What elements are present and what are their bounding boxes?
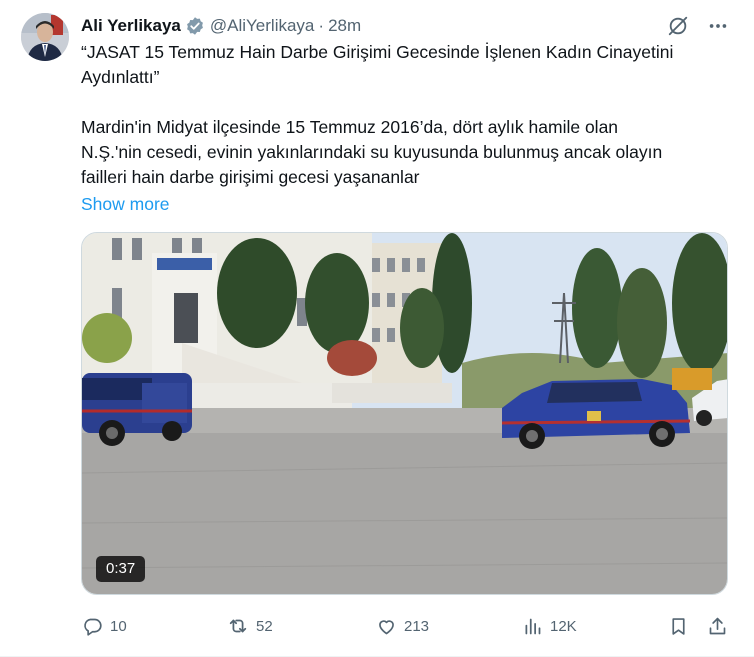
grok-icon[interactable] <box>666 14 690 38</box>
tweet-text: “JASAT 15 Temmuz Hain Darbe Girişimi Gec… <box>81 42 674 187</box>
tweet-actions: 10 52 213 12K <box>81 612 731 640</box>
show-more-link[interactable]: Show more <box>81 192 170 217</box>
more-icon[interactable] <box>706 14 730 38</box>
display-name[interactable]: Ali Yerlikaya <box>81 16 181 36</box>
repost-icon <box>227 615 249 637</box>
repost-button[interactable]: 52 <box>227 612 273 640</box>
bookmark-button[interactable] <box>667 612 689 640</box>
bookmark-icon <box>667 615 689 637</box>
share-icon <box>706 615 728 637</box>
like-icon <box>375 615 397 637</box>
reply-button[interactable]: 10 <box>81 612 127 640</box>
views-icon <box>521 615 543 637</box>
video-player[interactable] <box>81 232 728 595</box>
repost-count: 52 <box>256 617 273 635</box>
reply-icon <box>81 615 103 637</box>
like-count: 213 <box>404 617 430 635</box>
tweet-top-actions <box>666 14 730 38</box>
views-count: 12K <box>550 617 577 635</box>
timestamp[interactable]: 28m <box>328 16 361 36</box>
tweet-header: Ali Yerlikaya @AliYerlikaya · 28m <box>81 14 361 38</box>
views-button[interactable]: 12K <box>521 612 577 640</box>
avatar-image <box>21 13 69 61</box>
verified-badge-icon <box>185 16 205 36</box>
tweet[interactable]: Ali Yerlikaya @AliYerlikaya · 28m “JASAT <box>0 0 754 657</box>
share-button[interactable] <box>706 612 728 640</box>
video-duration: 0:37 <box>96 556 146 582</box>
handle[interactable]: @AliYerlikaya <box>210 16 315 36</box>
avatar[interactable] <box>21 13 69 61</box>
separator-dot: · <box>318 16 325 35</box>
video-thumbnail <box>82 233 727 594</box>
reply-count: 10 <box>110 617 127 635</box>
like-button[interactable]: 213 <box>375 612 429 640</box>
